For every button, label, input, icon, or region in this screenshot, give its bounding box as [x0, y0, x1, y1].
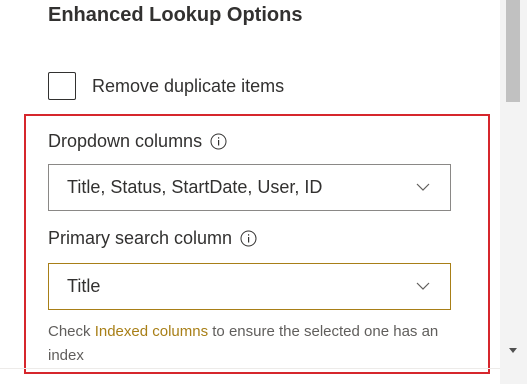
- dropdown-columns-label-row: Dropdown columns: [48, 131, 227, 152]
- vertical-scrollbar[interactable]: [500, 0, 527, 384]
- chevron-down-icon: [416, 282, 430, 290]
- dropdown-columns-label: Dropdown columns: [48, 131, 203, 151]
- section-title: Enhanced Lookup Options: [48, 4, 303, 26]
- primary-search-label-row: Primary search column: [48, 228, 257, 249]
- enhanced-lookup-panel: Enhanced Lookup Options Remove duplicate…: [0, 0, 500, 384]
- help-prefix: Check: [48, 323, 95, 340]
- chevron-down-icon: [416, 183, 430, 191]
- panel-divider: [0, 368, 500, 369]
- info-icon[interactable]: [240, 230, 257, 247]
- help-text: Check Indexed columns to ensure the sele…: [48, 320, 448, 368]
- dropdown-columns-select[interactable]: Title, Status, StartDate, User, ID: [48, 164, 451, 211]
- primary-search-label: Primary search column: [48, 228, 233, 248]
- scroll-down-arrow-icon[interactable]: [508, 345, 518, 355]
- primary-search-select[interactable]: Title: [48, 263, 451, 310]
- remove-duplicates-checkbox[interactable]: [48, 72, 76, 100]
- info-icon[interactable]: [210, 133, 227, 150]
- dropdown-columns-value: Title, Status, StartDate, User, ID: [67, 177, 323, 197]
- remove-duplicates-row[interactable]: Remove duplicate items: [48, 69, 284, 103]
- indexed-columns-link[interactable]: Indexed columns: [95, 323, 208, 340]
- remove-duplicates-label[interactable]: Remove duplicate items: [92, 76, 284, 97]
- scrollbar-thumb[interactable]: [506, 0, 520, 102]
- primary-search-value: Title: [67, 276, 101, 296]
